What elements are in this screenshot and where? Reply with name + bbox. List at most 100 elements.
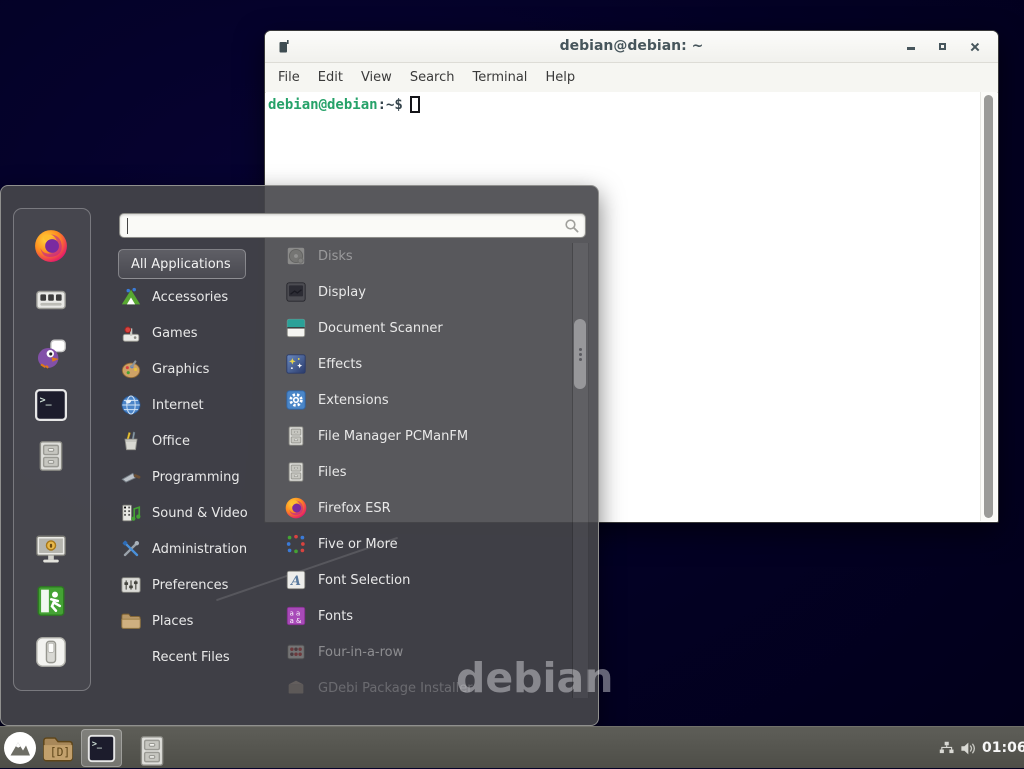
menu-search[interactable]: Search xyxy=(401,70,464,85)
app-label: Font Selection xyxy=(318,573,410,588)
log-out-icon[interactable] xyxy=(34,584,68,618)
category-places[interactable]: Places xyxy=(120,606,278,636)
app-document-scanner[interactable]: Document Scanner xyxy=(285,313,565,343)
category-label: Office xyxy=(152,434,190,449)
category-accessories[interactable]: Accessories xyxy=(120,282,278,312)
app-gdebi-package-installer[interactable]: GDebi Package Installer xyxy=(285,673,565,703)
app-label: GDebi Package Installer xyxy=(318,681,473,696)
category-recent-files[interactable]: Recent Files xyxy=(120,642,278,672)
menu-view[interactable]: View xyxy=(352,70,401,85)
category-label: Games xyxy=(152,326,197,341)
app-label: Extensions xyxy=(318,393,389,408)
terminal-icon xyxy=(87,734,116,763)
app-disks[interactable]: Disks xyxy=(285,241,565,271)
app-label: Display xyxy=(318,285,366,300)
file-cabinet-icon xyxy=(285,425,307,447)
pidgin-icon[interactable] xyxy=(34,336,68,370)
graphics-icon xyxy=(120,358,142,380)
category-label: Preferences xyxy=(152,578,228,593)
file-cabinet-icon[interactable] xyxy=(135,734,169,768)
menu-terminal[interactable]: Terminal xyxy=(463,70,536,85)
display-icon xyxy=(285,281,307,303)
search-box[interactable] xyxy=(119,213,586,238)
file-cabinet-icon[interactable] xyxy=(34,439,68,473)
firefox-icon[interactable] xyxy=(34,229,68,263)
volume-icon[interactable] xyxy=(959,739,978,758)
programming-icon xyxy=(120,466,142,488)
all-applications-button[interactable]: All Applications xyxy=(118,249,246,279)
category-internet[interactable]: Internet xyxy=(120,390,278,420)
application-menu: debian All Applications Accessories Game… xyxy=(0,185,599,726)
shut-down-icon[interactable] xyxy=(34,635,68,669)
app-font-selection[interactable]: Font Selection xyxy=(285,565,565,595)
terminal-scrollbar[interactable] xyxy=(980,92,997,521)
fonts-icon xyxy=(285,605,307,627)
favorites-panel xyxy=(13,208,91,691)
category-administration[interactable]: Administration xyxy=(120,534,278,564)
taskbar-active-terminal[interactable] xyxy=(81,729,122,767)
category-label: Places xyxy=(152,614,193,629)
menu-file[interactable]: File xyxy=(269,70,309,85)
app-firefox-esr[interactable]: Firefox ESR xyxy=(285,493,565,523)
menu-button-icon[interactable] xyxy=(3,731,37,765)
app-list-scrollbar[interactable] xyxy=(572,243,589,698)
places-folder-icon xyxy=(120,610,142,632)
control-mixer-icon[interactable] xyxy=(34,283,68,317)
clock[interactable]: 01:06 xyxy=(982,727,1024,769)
taskbar: 01:06 xyxy=(0,726,1024,768)
category-label: Administration xyxy=(152,542,247,557)
category-label: Accessories xyxy=(152,290,228,305)
search-icon xyxy=(564,218,580,234)
category-label: Programming xyxy=(152,470,240,485)
category-label: Sound & Video xyxy=(152,506,248,521)
menu-edit[interactable]: Edit xyxy=(309,70,352,85)
internet-globe-icon xyxy=(120,394,142,416)
lock-screen-icon[interactable] xyxy=(34,532,68,566)
minimize-button[interactable] xyxy=(904,40,918,54)
office-icon xyxy=(120,430,142,452)
games-icon xyxy=(120,322,142,344)
menu-help[interactable]: Help xyxy=(536,70,584,85)
app-label: Effects xyxy=(318,357,362,372)
app-fonts[interactable]: Fonts xyxy=(285,601,565,631)
category-label: Internet xyxy=(152,398,204,413)
terminal-prompt-line: debian@debian:~$ xyxy=(266,92,997,117)
app-label: Four-in-a-row xyxy=(318,645,403,660)
app-label: Disks xyxy=(318,249,353,264)
font-selection-icon xyxy=(285,569,307,591)
close-button[interactable] xyxy=(968,40,982,54)
preferences-icon xyxy=(120,574,142,596)
app-effects[interactable]: Effects xyxy=(285,349,565,379)
administration-tools-icon xyxy=(120,538,142,560)
category-programming[interactable]: Programming xyxy=(120,462,278,492)
file-manager-folder-icon[interactable] xyxy=(41,731,75,765)
five-or-more-icon xyxy=(285,533,307,555)
search-input[interactable] xyxy=(126,216,556,235)
category-games[interactable]: Games xyxy=(120,318,278,348)
app-list-scrollbar-thumb[interactable] xyxy=(574,319,586,389)
app-four-in-a-row[interactable]: Four-in-a-row xyxy=(285,637,565,667)
network-icon[interactable] xyxy=(938,740,955,757)
terminal-scrollbar-thumb[interactable] xyxy=(984,95,993,518)
app-files[interactable]: Files xyxy=(285,457,565,487)
app-five-or-more[interactable]: Five or More xyxy=(285,529,565,559)
app-label: Five or More xyxy=(318,537,398,552)
file-cabinet-icon xyxy=(285,461,307,483)
maximize-button[interactable] xyxy=(936,40,950,54)
accessories-icon xyxy=(120,286,142,308)
category-sound-video[interactable]: Sound & Video xyxy=(120,498,278,528)
app-display[interactable]: Display xyxy=(285,277,565,307)
terminal-titlebar[interactable]: debian@debian: ~ xyxy=(265,31,998,63)
category-office[interactable]: Office xyxy=(120,426,278,456)
firefox-icon xyxy=(285,497,307,519)
category-preferences[interactable]: Preferences xyxy=(120,570,278,600)
terminal-menubar: File Edit View Search Terminal Help xyxy=(265,63,998,93)
terminal-window-title: debian@debian: ~ xyxy=(265,38,998,54)
app-label: Fonts xyxy=(318,609,353,624)
effects-icon xyxy=(285,353,307,375)
terminal-icon[interactable] xyxy=(34,388,68,422)
app-extensions[interactable]: Extensions xyxy=(285,385,565,415)
category-graphics[interactable]: Graphics xyxy=(120,354,278,384)
app-file-manager-pcmanfm[interactable]: File Manager PCManFM xyxy=(285,421,565,451)
prompt-suffix: :~$ xyxy=(378,97,403,113)
